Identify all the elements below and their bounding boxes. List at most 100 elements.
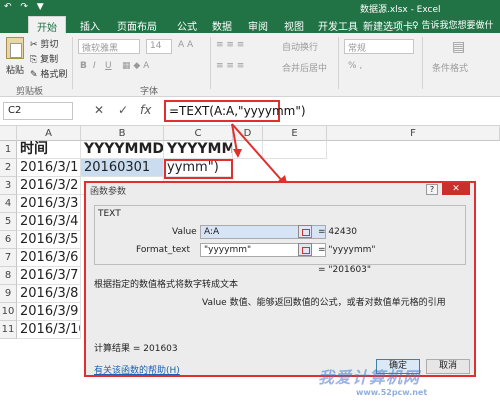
cell-a6[interactable]: 2016/3/5 [17, 231, 81, 249]
underline-button[interactable]: U [105, 61, 112, 71]
cut-label: 剪切 [40, 40, 59, 50]
align-left-buttons[interactable]: ≡ ≡ ≡ [216, 61, 244, 71]
row-header[interactable]: 5 [0, 213, 17, 231]
tab-developer[interactable]: 开发工具 [318, 18, 358, 33]
row-header[interactable]: 1 [0, 141, 17, 159]
group-divider [338, 37, 339, 89]
cell-b2[interactable]: 20160301 [81, 159, 164, 177]
merge-center-button[interactable]: 合并后居中 [282, 61, 327, 74]
name-box[interactable]: C2 [3, 102, 73, 120]
format-painter-button[interactable]: ✎ 格式刷 [30, 67, 67, 80]
cut-button[interactable]: ✂ 剪切 [30, 37, 58, 50]
row-header[interactable]: 7 [0, 249, 17, 267]
row-header[interactable]: 6 [0, 231, 17, 249]
row-header[interactable]: 4 [0, 195, 17, 213]
collapse-dialog-icon[interactable] [298, 243, 312, 256]
value-result: = 42430 [318, 227, 358, 237]
parameter-description: Value 数值、能够返回数值的公式，或者对数值单元格的引用 [202, 298, 446, 308]
tab-insert[interactable]: 插入 [80, 18, 100, 33]
cell-empty[interactable] [263, 141, 327, 159]
font-name-combo[interactable]: 微软雅黑 [78, 39, 140, 54]
cell-a4[interactable]: 2016/3/3 [17, 195, 81, 213]
dialog-title: 函数参数 [86, 183, 474, 197]
cancel-button[interactable]: 取消 [426, 359, 470, 374]
help-icon[interactable]: ? [426, 184, 438, 195]
tab-view[interactable]: 视图 [284, 18, 304, 33]
calculation-result: 计算结果 = 201603 [94, 344, 178, 354]
format-painter-label: 格式刷 [40, 70, 68, 80]
group-divider [210, 37, 211, 89]
number-format-combo[interactable]: 常规 [344, 39, 414, 54]
column-header-d[interactable]: D [233, 126, 263, 141]
group-divider [72, 37, 73, 89]
value-label: Value [172, 227, 197, 237]
cell-c1[interactable]: YYYYMM [164, 141, 233, 159]
tab-home[interactable]: 开始 [28, 16, 66, 34]
format-text-result: = "yyyymm" [318, 245, 376, 255]
function-arguments-dialog: 函数参数 ? ✕ TEXT Value A:A = 42430 Format_t… [84, 181, 476, 377]
borders-button[interactable]: ▦ ◆ A [122, 61, 149, 71]
formula-input[interactable]: =TEXT(A:A,"yyyymm") [164, 100, 306, 122]
group-divider [422, 37, 423, 89]
cell-a8[interactable]: 2016/3/7 [17, 267, 81, 285]
insert-function-icon[interactable]: fx [140, 103, 151, 117]
ribbon: 粘贴 ✂ 剪切 ⎘ 复制 ✎ 格式刷 剪贴板 微软雅黑 14 A A B I U… [0, 33, 500, 97]
paste-button[interactable]: 粘贴 [6, 63, 24, 76]
formula-result-preview: = "201603" [318, 265, 372, 275]
row-header[interactable]: 9 [0, 285, 17, 303]
bold-button[interactable]: B [80, 61, 87, 71]
select-all-corner[interactable] [0, 126, 17, 141]
close-icon[interactable]: ✕ [442, 183, 470, 195]
tab-formulas[interactable]: 公式 [177, 18, 197, 33]
column-header-f[interactable]: F [327, 126, 500, 141]
cancel-icon[interactable]: ✕ [94, 103, 104, 117]
format-text-label: Format_text [136, 245, 190, 255]
column-header-e[interactable]: E [263, 126, 327, 141]
column-header-c[interactable]: C [164, 126, 233, 141]
cell-a11[interactable]: 2016/3/10 [17, 321, 81, 339]
column-header-a[interactable]: A [17, 126, 81, 141]
paste-icon[interactable] [6, 37, 24, 59]
font-grow-shrink[interactable]: A A [178, 40, 193, 50]
row-header[interactable]: 8 [0, 267, 17, 285]
copy-label: 复制 [40, 55, 59, 65]
cell-a1[interactable]: 时间 [17, 141, 81, 159]
percent-comma-buttons[interactable]: % , [348, 61, 362, 71]
row-header[interactable]: 10 [0, 303, 17, 321]
font-size-combo[interactable]: 14 [146, 39, 172, 54]
cell-a9[interactable]: 2016/3/8 [17, 285, 81, 303]
wrap-text-button[interactable]: 自动换行 [282, 40, 318, 53]
cell-a7[interactable]: 2016/3/6 [17, 249, 81, 267]
collapse-dialog-icon[interactable] [298, 225, 312, 238]
font-group-label: 字体 [140, 87, 159, 97]
tab-review[interactable]: 审阅 [248, 18, 268, 33]
align-top-buttons[interactable]: ≡ ≡ ≡ [216, 40, 244, 50]
column-header-b[interactable]: B [81, 126, 164, 141]
function-name: TEXT [98, 209, 121, 219]
cell-a2[interactable]: 2016/3/1 [17, 159, 81, 177]
row-header[interactable]: 11 [0, 321, 17, 339]
tab-page-layout[interactable]: 页面布局 [117, 18, 157, 33]
clipboard-group-label: 剪贴板 [16, 87, 44, 97]
conditional-format-button[interactable]: 条件格式 [432, 61, 468, 74]
tab-new[interactable]: 新建选项卡 [363, 18, 413, 33]
active-cell-highlight [164, 159, 233, 179]
row-header[interactable]: 3 [0, 177, 17, 195]
italic-button[interactable]: I [93, 61, 96, 71]
cell-b1[interactable]: YYYYMMDD [81, 141, 164, 159]
cell-a5[interactable]: 2016/3/4 [17, 213, 81, 231]
cell-empty[interactable] [233, 141, 263, 159]
conditional-format-icon[interactable]: ▤ [452, 39, 465, 55]
tab-data[interactable]: 数据 [212, 18, 232, 33]
cell-a10[interactable]: 2016/3/9 [17, 303, 81, 321]
watermark-text: 我爱计算机网 [318, 368, 421, 387]
formula-bar: C2 ✕ ✓ fx =TEXT(A:A,"yyyymm") [0, 97, 500, 126]
cell-a3[interactable]: 2016/3/2 [17, 177, 81, 195]
copy-button[interactable]: ⎘ 复制 [30, 52, 58, 65]
function-help-link[interactable]: 有关该函数的帮助(H) [94, 363, 180, 376]
confirm-icon[interactable]: ✓ [118, 103, 128, 117]
title-bar: ↶ ↷ ▼ 数据源.xlsx - Excel [0, 0, 500, 15]
function-description: 根据指定的数值格式将数字转成文本 [94, 280, 239, 290]
quick-access-toolbar[interactable]: ↶ ↷ ▼ [4, 2, 47, 12]
row-header[interactable]: 2 [0, 159, 17, 177]
